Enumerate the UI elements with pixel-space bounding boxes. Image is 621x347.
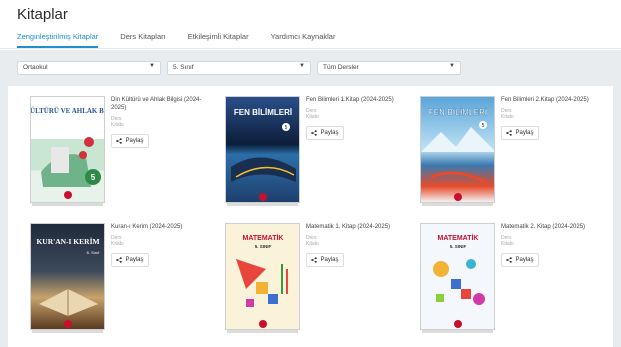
cover-heading: KUR'AN-I KERİM — [36, 236, 99, 246]
share-button[interactable]: Paylaş — [111, 134, 149, 148]
subject-select[interactable]: Tüm Dersler ▼ — [317, 61, 461, 75]
book-type: Ders Kitabı — [501, 235, 514, 247]
cover-shadow — [422, 203, 493, 206]
tab-divider — [0, 48, 621, 49]
tab-enriched-books[interactable]: Zenginleştirilmiş Kitaplar — [17, 32, 99, 48]
book-cover-art: FEN BİLİMLERİ 5 — [231, 108, 296, 201]
cover-heading: MATEMATİK — [438, 234, 479, 242]
share-icon — [311, 130, 318, 136]
share-button[interactable]: Paylaş — [111, 253, 149, 267]
share-icon — [506, 257, 513, 263]
cover-shadow — [32, 330, 103, 333]
share-label: Paylaş — [515, 130, 534, 136]
cover-shadow — [227, 203, 298, 206]
book-cover[interactable]: FEN BİLİMLERİ 5 — [420, 96, 495, 203]
book-cover[interactable]: FEN BİLİMLERİ 5 — [225, 96, 300, 203]
book-title[interactable]: Fen Bilimleri 1.Kitap (2024-2025) — [306, 96, 406, 104]
share-button[interactable]: Paylaş — [306, 253, 344, 267]
cover-heading: DİN KÜLTÜRÜ VE AHLAK BİLGİSİ — [31, 107, 105, 115]
level-select-value: Ortaokul — [23, 64, 48, 71]
share-icon — [311, 257, 318, 263]
share-icon — [506, 130, 513, 136]
book-title[interactable]: Fen Bilimleri 2.Kitap (2024-2025) — [501, 96, 601, 104]
book-cover-art: FEN BİLİMLERİ 5 — [421, 108, 494, 201]
cover-heading: MATEMATİK — [243, 234, 284, 242]
level-select[interactable]: Ortaokul ▼ — [17, 61, 161, 75]
share-label: Paylaş — [125, 257, 144, 263]
book-title[interactable]: Matematik 2. Kitap (2024-2025) — [501, 223, 601, 231]
page-title: Kitaplar — [17, 6, 68, 23]
share-label: Paylaş — [515, 257, 534, 263]
cover-grade: 5. SINIF — [450, 244, 467, 249]
cover-shadow — [422, 330, 493, 333]
book-cover-art: MATEMATİK 5. SINIF — [236, 234, 288, 328]
share-button[interactable]: Paylaş — [501, 253, 539, 267]
tab-auxiliary-resources[interactable]: Yardımcı Kaynaklar — [271, 32, 336, 48]
cover-shadow — [227, 330, 298, 333]
tab-bar: Zenginleştirilmiş Kitaplar Ders Kitaplar… — [17, 32, 357, 48]
book-cover[interactable]: MATEMATİK 5. SINIF — [225, 223, 300, 330]
filter-bar: Ortaokul ▼ 5. Sınıf ▼ Tüm Dersler ▼ — [0, 50, 621, 86]
content-gutter-left — [0, 86, 8, 347]
share-label: Paylaş — [320, 130, 339, 136]
cover-heading: FEN BİLİMLERİ — [429, 108, 487, 117]
page: Kitaplar Zenginleştirilmiş Kitaplar Ders… — [0, 0, 621, 347]
book-type: Ders Kitabı — [306, 235, 319, 247]
cover-heading: FEN BİLİMLERİ — [234, 108, 292, 117]
book-cover-art: KUR'AN-I KERİM 5. Sınıf — [36, 236, 101, 328]
book-type: Ders Kitabı — [501, 108, 514, 120]
book-type: Ders Kitabı — [111, 235, 124, 247]
chevron-down-icon: ▼ — [449, 63, 455, 69]
subject-select-value: Tüm Dersler — [323, 64, 359, 71]
share-label: Paylaş — [125, 138, 144, 144]
tab-interactive-books[interactable]: Etkileşimli Kitaplar — [188, 32, 249, 48]
book-title[interactable]: Din Kültürü ve Ahlak Bilgisi (2024-2025) — [111, 96, 211, 112]
book-title[interactable]: Kuran-ı Kerim (2024-2025) — [111, 223, 211, 231]
share-button[interactable]: Paylaş — [501, 126, 539, 140]
book-cover[interactable]: DİN KÜLTÜRÜ VE AHLAK BİLGİSİ 5 — [30, 96, 105, 203]
book-cover[interactable]: MATEMATİK 5. SINIF — [420, 223, 495, 330]
tab-textbooks[interactable]: Ders Kitapları — [120, 32, 165, 48]
cover-shadow — [32, 203, 103, 206]
book-title[interactable]: Matematik 1. Kitap (2024-2025) — [306, 223, 406, 231]
share-label: Paylaş — [320, 257, 339, 263]
grade-select[interactable]: 5. Sınıf ▼ — [167, 61, 311, 75]
cover-grade: 5 — [285, 125, 288, 131]
book-cover-art: DİN KÜLTÜRÜ VE AHLAK BİLGİSİ 5 — [31, 107, 105, 199]
grade-select-value: 5. Sınıf — [173, 64, 194, 71]
chevron-down-icon: ▼ — [299, 63, 305, 69]
book-type: Ders Kitabı — [111, 116, 124, 128]
cover-grade: 5 — [91, 173, 96, 182]
cover-grade: 5. Sınıf — [87, 250, 101, 255]
book-type: Ders Kitabı — [306, 108, 319, 120]
book-cover[interactable]: KUR'AN-I KERİM 5. Sınıf — [30, 223, 105, 330]
share-icon — [116, 138, 123, 144]
share-icon — [116, 257, 123, 263]
content-gutter-right — [613, 86, 621, 347]
book-cover-art: MATEMATİK 5. SINIF — [433, 234, 485, 328]
book-grid: DİN KÜLTÜRÜ VE AHLAK BİLGİSİ 5 Din Kültü… — [8, 86, 613, 347]
cover-grade: 5 — [482, 123, 485, 129]
cover-grade: 5. SINIF — [255, 244, 272, 249]
chevron-down-icon: ▼ — [149, 63, 155, 69]
share-button[interactable]: Paylaş — [306, 126, 344, 140]
